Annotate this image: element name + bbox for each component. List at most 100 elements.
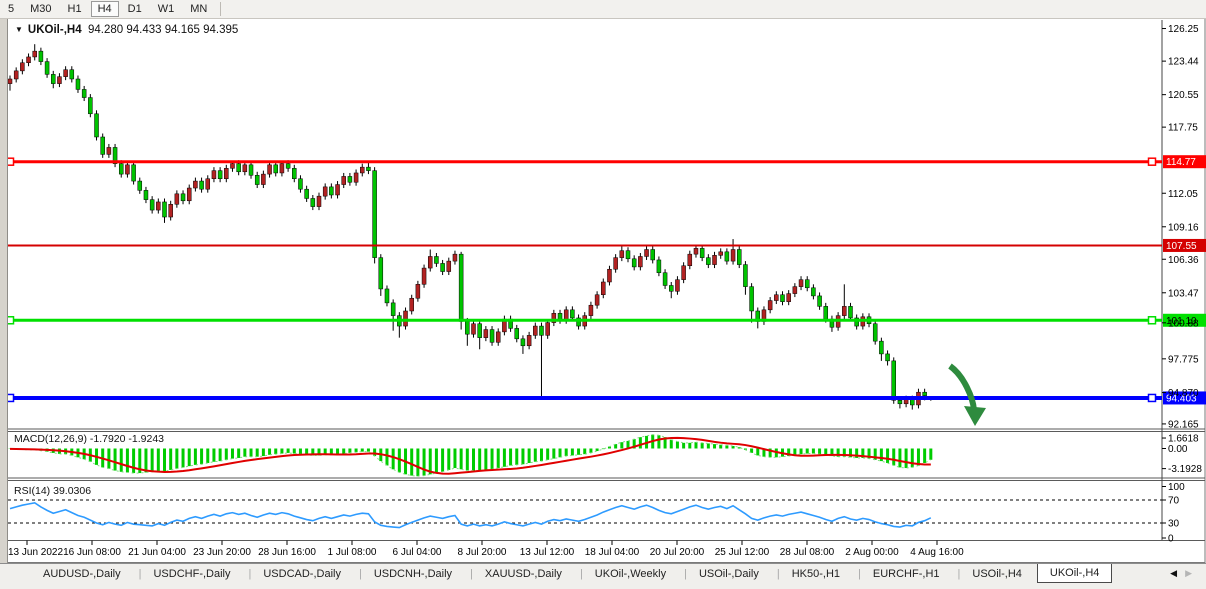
candle-body (218, 171, 222, 179)
candle-body (490, 330, 494, 343)
tab-usdcad-daily[interactable]: USDCAD-,Daily (239, 564, 349, 583)
candle-body (811, 288, 815, 296)
candle-body (546, 323, 550, 336)
candle-body (107, 147, 111, 154)
chevron-down-icon[interactable]: ▼ (15, 25, 23, 34)
candle-body (27, 57, 31, 63)
candle-body (249, 165, 253, 175)
tab-usdcnh-daily[interactable]: USDCNH-,Daily (350, 564, 461, 583)
timeframe-toolbar: 5 M30 H1 H4 D1 W1 MN (0, 0, 1206, 19)
candle-body (76, 79, 80, 89)
tab-usoil-h4[interactable]: USOil-,H4 (949, 564, 1031, 583)
timeframe-button-w1[interactable]: W1 (151, 1, 182, 17)
candle-body (688, 254, 692, 266)
timeframe-button-h1[interactable]: H1 (61, 1, 89, 17)
tab-xauusd-daily[interactable]: XAUUSD-,Daily (461, 564, 571, 583)
candle-body (465, 321, 469, 334)
candle-body (82, 89, 86, 97)
time-axis-label: 20 Jul 20:00 (650, 547, 705, 558)
tab-scroll-left-icon[interactable]: ◀ (1170, 568, 1185, 578)
timeframe-button-d1[interactable]: D1 (121, 1, 149, 17)
candle-body (725, 252, 729, 261)
candle-body (404, 311, 408, 326)
candle-body (848, 306, 852, 318)
rsi-axis-label: 70 (1168, 496, 1180, 507)
candle-body (787, 294, 791, 302)
candle-body (119, 164, 123, 174)
rsi-indicator-label: RSI(14) 39.0306 (14, 485, 91, 497)
candle-body (842, 306, 846, 315)
candle-body (14, 71, 18, 79)
timeframe-button-m5[interactable]: 5 (1, 1, 21, 17)
macd-axis-label: 1.6618 (1168, 434, 1199, 445)
tab-eurchf-h1[interactable]: EURCHF-,H1 (849, 564, 948, 583)
timeframe-button-mn[interactable]: MN (183, 1, 214, 17)
time-axis-label: 23 Jun 20:00 (193, 547, 251, 558)
timeframe-button-m30[interactable]: M30 (23, 1, 58, 17)
candle-body (879, 341, 883, 354)
tab-ukoil-h4[interactable]: UKOil-,H4 (1037, 564, 1113, 583)
candle-body (799, 280, 803, 287)
candle-body (422, 268, 426, 284)
candle-body (645, 250, 649, 257)
rsi-axis-label: 0 (1168, 534, 1174, 545)
candle-body (268, 165, 272, 174)
candle-body (781, 295, 785, 302)
timeframe-button-h4[interactable]: H4 (91, 1, 119, 17)
candle-body (230, 164, 234, 169)
candle-body (441, 263, 445, 271)
symbol-info-line[interactable]: ▼UKOil-,H4 94.280 94.433 94.165 94.395 (15, 24, 238, 36)
candle-body (638, 256, 642, 266)
price-axis-label: 126.25 (1168, 24, 1199, 35)
candle-body (651, 250, 655, 260)
time-axis-label: 13 Jun 2022 (8, 547, 63, 558)
candle-body (286, 164, 290, 169)
candle-body (274, 165, 278, 173)
candle-body (336, 185, 340, 195)
candle-body (682, 266, 686, 280)
candle-body (694, 248, 698, 254)
candle-body (713, 255, 717, 264)
candle-body (774, 295, 778, 301)
price-axis-label: 92.165 (1168, 419, 1199, 430)
candle-body (150, 200, 154, 210)
candle-body (329, 187, 333, 195)
candle-body (132, 165, 136, 181)
candle-body (434, 256, 438, 263)
price-axis-label: 94.870 (1168, 388, 1199, 399)
tab-usdchf-daily[interactable]: USDCHF-,Daily (130, 564, 240, 583)
candle-body (51, 74, 55, 83)
tab-usoil-daily[interactable]: USOil-,Daily (675, 564, 768, 583)
candle-body (873, 324, 877, 341)
hline-anchor[interactable] (1149, 317, 1156, 324)
tab-hk50-h1[interactable]: HK50-,H1 (768, 564, 849, 583)
time-axis-label: 8 Jul 20:00 (458, 547, 507, 558)
candle-body (224, 168, 228, 178)
tab-audusd-daily[interactable]: AUDUSD-,Daily (34, 564, 130, 583)
candle-body (64, 70, 68, 77)
candle-body (892, 361, 896, 400)
candle-body (478, 324, 482, 338)
candle-body (175, 194, 179, 204)
time-axis-label: 21 Jun 04:00 (128, 547, 186, 558)
hline-anchor[interactable] (1149, 394, 1156, 401)
price-axis-label: 112.05 (1168, 189, 1198, 200)
candle-body (416, 284, 420, 298)
time-axis-label: 18 Jul 04:00 (585, 547, 640, 558)
time-axis-label: 1 Jul 08:00 (328, 547, 377, 558)
candle-body (923, 392, 927, 395)
candle-body (614, 258, 618, 270)
candle-body (317, 196, 321, 206)
tab-ukoil-weekly[interactable]: UKOil-,Weekly (571, 564, 675, 583)
candle-body (805, 280, 809, 288)
candle-body (95, 114, 99, 137)
hline-anchor[interactable] (1149, 158, 1156, 165)
candle-body (607, 269, 611, 282)
candle-body (910, 399, 914, 405)
chart-canvas[interactable]: 114.77107.55101.1094.403126.25123.44120.… (0, 0, 1206, 589)
candle-body (200, 181, 204, 189)
price-line-label-text: 114.77 (1166, 157, 1196, 168)
tab-scroll-right-icon[interactable]: ▶ (1185, 568, 1200, 578)
candle-body (632, 259, 636, 267)
candle-body (886, 354, 890, 361)
